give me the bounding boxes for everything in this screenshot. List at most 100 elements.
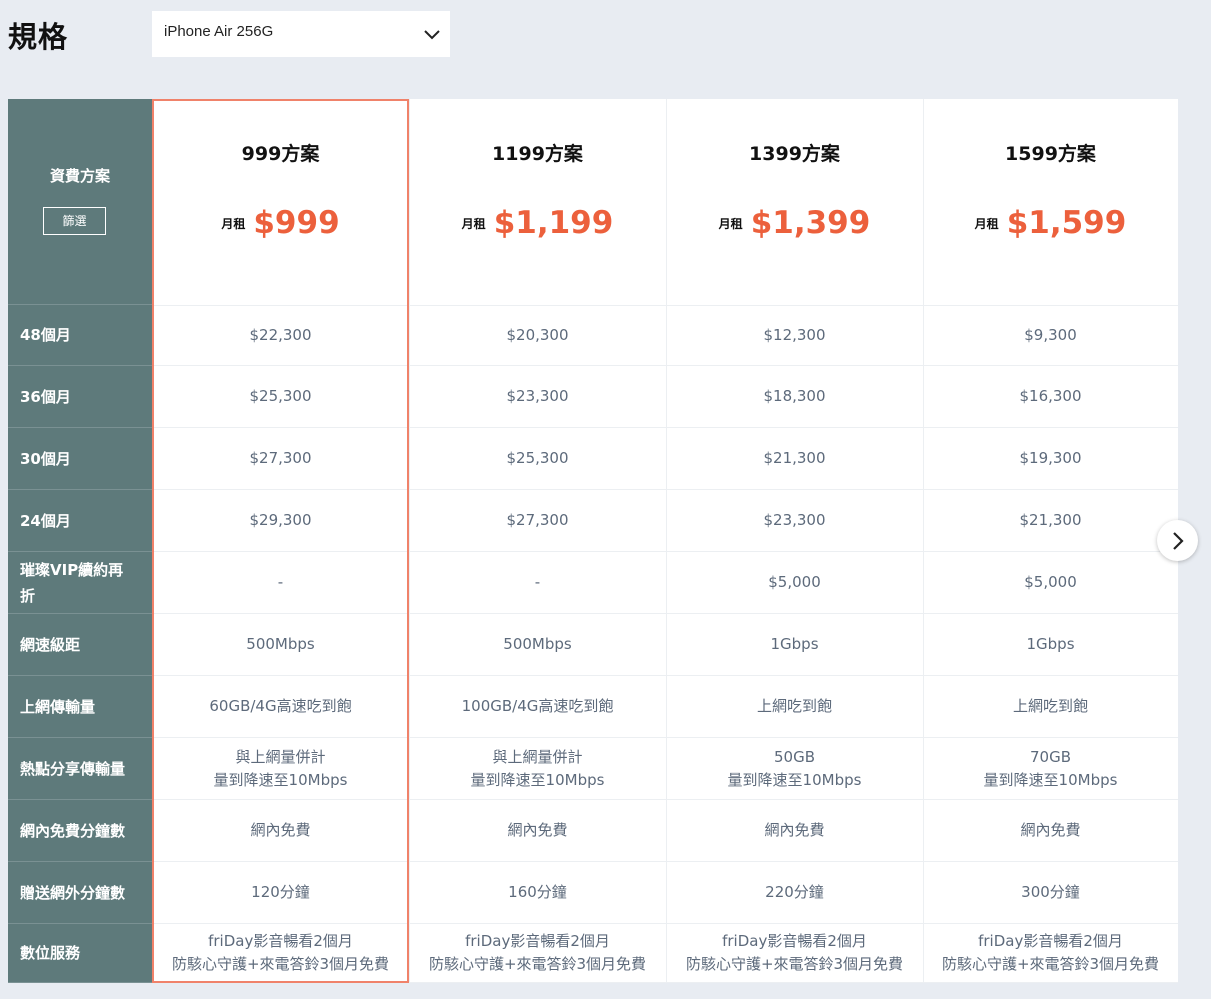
table-cell: 60GB/4G高速吃到飽	[152, 676, 409, 738]
row-label-text: 璀璨VIP續約再折	[20, 557, 123, 609]
plan-name: 999方案	[241, 143, 320, 165]
cell-line: $5,000	[768, 573, 821, 591]
cell-line: friDay影音暢看2個月	[722, 932, 867, 950]
cell-line: 與上網量併計	[235, 747, 326, 766]
plan-header[interactable]: 1199方案月租 $1,199	[409, 99, 666, 306]
plan-name: 1199方案	[492, 143, 583, 165]
row-label-text: 24個月	[20, 508, 71, 534]
cell-line: friDay影音暢看2個月	[208, 932, 353, 950]
table-cell: 1Gbps	[666, 614, 923, 676]
cell-line: 量到降速至10Mbps	[727, 770, 862, 789]
cell-line: $19,300	[1019, 449, 1082, 467]
cell-line: $25,300	[249, 387, 312, 405]
table-cell: $23,300	[409, 366, 666, 428]
table-cell: $27,300	[409, 490, 666, 552]
table-cell: 100GB/4G高速吃到飽	[409, 676, 666, 738]
cell-line: $16,300	[1019, 387, 1082, 405]
column-divider	[409, 99, 410, 983]
plan-area: 999方案 月租 $999 $22,300 $25,300 $27,300 $29,300 -…	[152, 99, 1178, 983]
row-label-line: 24個月	[20, 511, 71, 530]
table-cell: 220分鐘	[666, 862, 923, 924]
plan-header[interactable]: 1399方案 月租 $1,399	[666, 99, 923, 306]
table-cell: 300分鐘	[923, 862, 1178, 924]
table-cell: $25,300	[409, 428, 666, 490]
cell-line: 500Mbps	[503, 635, 572, 653]
plan-comparison-table: 資費方案 篩選 48個月 36個月 30個月 24個月 璀璨VIP續約再折網速級距 上網傳…	[8, 99, 1178, 983]
cell-line: friDay影音暢看2個月	[465, 932, 610, 950]
column-divider	[923, 99, 924, 983]
cell-line: 220分鐘	[765, 883, 824, 901]
cell-line: 500Mbps	[246, 635, 315, 653]
row-label-line: 熱點分享傳輸量	[20, 759, 126, 778]
price-value: $999	[253, 205, 340, 241]
row-label: 48個月	[8, 305, 152, 366]
table-cell: $20,300	[409, 305, 666, 366]
row-label-line: 36個月	[20, 387, 71, 406]
spec-select[interactable]: iPhone Air 256G	[152, 11, 450, 57]
cell-line: $20,300	[506, 325, 569, 344]
cell-line: 50GB	[773, 747, 815, 766]
label-header: 資費方案 篩選	[8, 99, 152, 305]
row-label-text: 36個月	[20, 384, 71, 410]
table-cell: 網內免費	[152, 800, 409, 862]
row-label: 熱點分享傳輸量	[8, 738, 152, 800]
row-label-text: 48個月	[20, 322, 71, 348]
table-cell: friDay影音暢看2個月 防駭心守護+來電答鈴3個月免費	[152, 924, 409, 983]
rent-label: 月租	[461, 216, 486, 231]
filter-button[interactable]: 篩選	[43, 207, 106, 235]
cell-line: $27,300	[506, 511, 569, 529]
cell-line: friDay影音暢看2個月	[978, 932, 1123, 950]
table-cell: $12,300	[666, 305, 923, 366]
table-cell: $19,300	[923, 428, 1178, 490]
cell-line: $23,300	[506, 387, 569, 405]
cell-line: $18,300	[763, 387, 826, 405]
cell-line: 網內免費	[507, 821, 568, 839]
row-label-line: 折	[20, 586, 36, 605]
table-cell: $9,300	[923, 305, 1178, 366]
cell-line: 防駭心守護+來電答鈴3個月免費	[685, 955, 904, 973]
row-label: 30個月	[8, 428, 152, 490]
table-cell: 120分鐘	[152, 862, 409, 924]
page-title: 規格	[8, 20, 69, 54]
cell-line: -	[534, 573, 541, 591]
label-column: 資費方案 篩選 48個月 36個月 30個月 24個月 璀璨VIP續約再折網速級距 上網傳…	[8, 99, 152, 983]
row-label: 36個月	[8, 366, 152, 428]
table-cell: 與上網量併計 量到降速至10Mbps	[152, 738, 409, 800]
row-label: 數位服務	[8, 924, 152, 983]
cell-line: $9,300	[1024, 325, 1077, 344]
row-label: 璀璨VIP續約再折	[8, 552, 152, 614]
table-cell: 70GB 量到降速至10Mbps	[923, 738, 1178, 800]
cell-line: 上網吃到飽	[756, 697, 832, 715]
price-value: $1,199	[493, 205, 614, 241]
table-cell: $18,300	[666, 366, 923, 428]
table-cell: 上網吃到飽	[666, 676, 923, 738]
plan-header[interactable]: 1599方案 月租 $1,599	[923, 99, 1178, 306]
table-cell: 500Mbps	[409, 614, 666, 676]
plan-header[interactable]: 999方案月租 $999	[152, 99, 409, 306]
table-cell: 網內免費	[923, 800, 1178, 862]
row-label-line: 48個月	[20, 326, 71, 344]
plan-price: 月租 $999	[152, 205, 409, 241]
price-value: $1,599	[1006, 205, 1127, 241]
row-label-line: 璀璨VIP續約再	[20, 560, 124, 579]
cell-line: $25,300	[506, 449, 569, 467]
row-label-line: 贈送網外分鐘數	[20, 883, 126, 902]
table-cell: friDay影音暢看2個月防駭心守護+來電答鈴3個月免費	[666, 924, 923, 983]
cell-line: 1Gbps	[770, 635, 819, 653]
row-label-text: 熱點分享傳輸量	[20, 756, 125, 782]
table-cell: -	[152, 552, 409, 614]
table-cell: $21,300	[666, 428, 923, 490]
cell-line: 160分鐘	[508, 883, 567, 901]
cell-line: 網內免費	[1020, 821, 1081, 839]
table-cell: friDay影音暢看2個月 防駭心守護+來電答鈴3個月免費	[409, 924, 666, 983]
cell-line: $22,300	[249, 325, 312, 344]
row-label-line: 上網傳輸量	[20, 697, 96, 716]
cell-line: $29,300	[249, 511, 312, 529]
plan-column: 1599方案 月租 $1,599 $9,300 $16,300 $19,300 $21,30…	[923, 99, 1178, 983]
table-cell: 160分鐘	[409, 862, 666, 924]
next-button[interactable]	[1157, 520, 1198, 561]
plan-price: 月租 $1,199	[409, 205, 666, 241]
plan-name: 1599方案	[1005, 143, 1096, 165]
cell-line: $27,300	[249, 449, 312, 467]
cell-line: 1Gbps	[1026, 635, 1075, 653]
